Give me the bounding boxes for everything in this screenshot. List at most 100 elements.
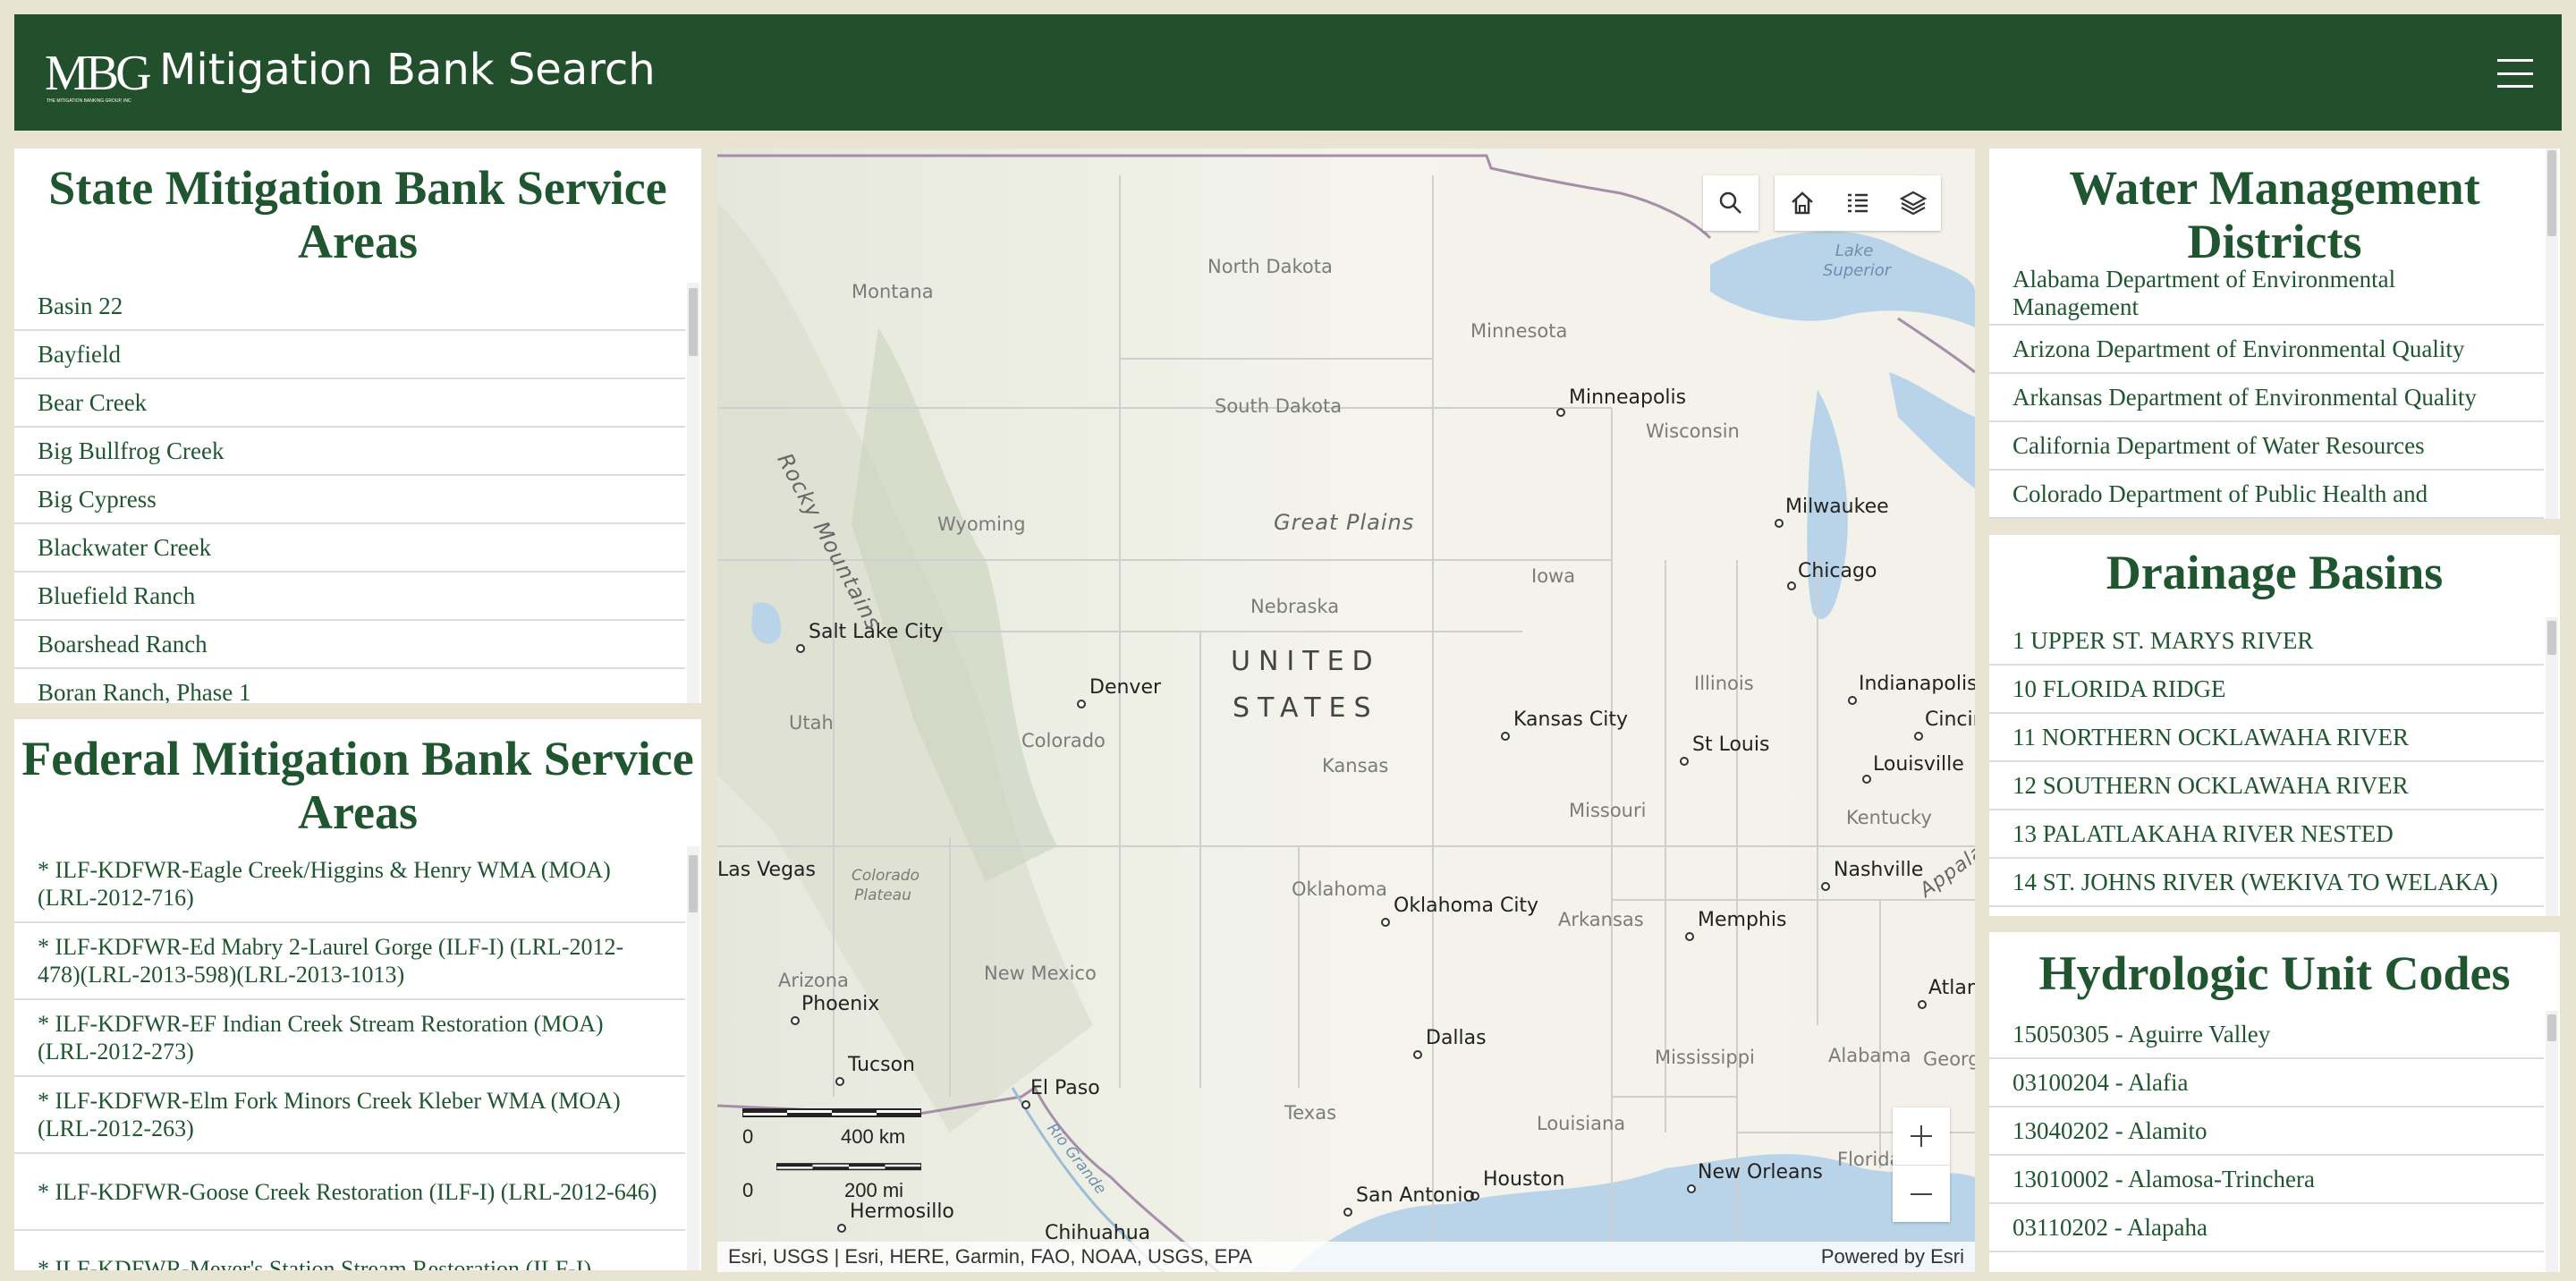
state-label: Missouri xyxy=(1569,800,1647,821)
state-label: Wisconsin xyxy=(1646,420,1740,442)
city-marker xyxy=(1775,519,1784,528)
map-view[interactable]: North Dakota Montana Minnesota South Dak… xyxy=(717,148,1975,1272)
list-item[interactable]: * ILF-KDFWR-Meyer's Station Stream Resto… xyxy=(14,1231,685,1271)
list-item[interactable]: Basin 22 xyxy=(14,283,685,331)
city-marker xyxy=(1821,882,1830,891)
list-item[interactable]: 12 SOUTHERN OCKLAWAHA RIVER xyxy=(1989,762,2544,810)
city-marker xyxy=(1413,1050,1422,1059)
list-item[interactable]: * ILF-KDFWR-Goose Creek Restoration (ILF… xyxy=(14,1154,685,1231)
city-label: Denver xyxy=(1089,676,1162,699)
water-districts-list[interactable]: Alabama Department of Environmental Mana… xyxy=(1989,263,2544,519)
search-icon[interactable] xyxy=(1703,175,1758,231)
federal-service-areas-list[interactable]: * ILF-KDFWR-Eagle Creek/Higgins & Henry … xyxy=(14,846,685,1270)
city-label: Houston xyxy=(1483,1168,1565,1191)
city-label: Nashville xyxy=(1834,859,1924,881)
list-item[interactable]: 13 PALATLAKAHA RIVER NESTED xyxy=(1989,810,2544,859)
scrollbar-thumb[interactable] xyxy=(2547,621,2556,655)
list-item[interactable]: Bayfield xyxy=(14,331,685,379)
map-search-tool[interactable] xyxy=(1703,175,1758,231)
list-item[interactable]: Boran Ranch, Phase 1 xyxy=(14,669,685,704)
city-marker xyxy=(1501,732,1510,741)
scrollbar-thumb[interactable] xyxy=(689,855,698,912)
list-item[interactable]: Arizona Department of Environmental Qual… xyxy=(1989,326,2544,374)
state-label: Alabama xyxy=(1828,1045,1911,1066)
map-attribution: Esri, USGS | Esri, HERE, Garmin, FAO, NO… xyxy=(717,1242,1975,1272)
physical-label: Great Plains xyxy=(1274,510,1415,535)
state-label: Nebraska xyxy=(1250,596,1340,617)
city-label: Minneapolis xyxy=(1569,386,1687,409)
zoom-in-button[interactable] xyxy=(1893,1107,1950,1165)
list-item[interactable]: 03110202 - Alapaha xyxy=(1989,1204,2544,1252)
list-item[interactable]: Alabama Department of Environmental Mana… xyxy=(1989,263,2544,326)
scrollbar[interactable] xyxy=(2546,617,2558,916)
panel-title: Hydrologic Unit Codes xyxy=(2038,946,2511,1000)
state-label: Colorado xyxy=(1021,730,1106,751)
city-marker xyxy=(1381,918,1390,927)
scrollbar[interactable] xyxy=(687,283,699,703)
list-item[interactable]: * ILF-KDFWR-Ed Mabry 2-Laurel Gorge (ILF… xyxy=(14,923,685,1000)
list-item[interactable]: * ILF-KDFWR-EF Indian Creek Stream Resto… xyxy=(14,1000,685,1077)
city-marker xyxy=(1787,581,1796,590)
state-label: Kentucky xyxy=(1846,807,1932,828)
home-icon[interactable] xyxy=(1775,175,1830,231)
list-item[interactable]: * ILF-KDFWR-Eagle Creek/Higgins & Henry … xyxy=(14,846,685,923)
map-widget-toolbar xyxy=(1775,175,1941,231)
hamburger-menu-icon[interactable] xyxy=(2497,59,2533,88)
list-item[interactable]: Big Cypress xyxy=(14,476,685,524)
city-label: Chicago xyxy=(1798,560,1877,582)
list-item[interactable]: 03100204 - Alafia xyxy=(1989,1059,2544,1107)
list-item[interactable]: Big Bullfrog Creek xyxy=(14,428,685,476)
state-label: Montana xyxy=(852,281,934,302)
layers-icon[interactable] xyxy=(1885,175,1941,231)
scrollbar[interactable] xyxy=(2546,1011,2558,1272)
scrollbar[interactable] xyxy=(2546,148,2558,519)
mbg-logo: MBG THE MITIGATION BANKING GROUP, INC xyxy=(45,45,152,104)
list-item[interactable]: 14 ST. JOHNS RIVER (WEKIVA TO WELAKA) xyxy=(1989,859,2544,907)
panel-title: State Mitigation Bank Service Areas xyxy=(48,161,667,268)
drainage-basins-list[interactable]: 1 UPPER ST. MARYS RIVER 10 FLORIDA RIDGE… xyxy=(1989,617,2544,916)
attribution-text[interactable]: Esri, USGS | Esri, HERE, Garmin, FAO, NO… xyxy=(728,1245,1252,1268)
legend-list-icon[interactable] xyxy=(1830,175,1885,231)
state-service-areas-list[interactable]: Basin 22 Bayfield Bear Creek Big Bullfro… xyxy=(14,283,685,703)
scrollbar-thumb[interactable] xyxy=(2547,150,2556,236)
city-marker xyxy=(1914,732,1923,741)
city-marker xyxy=(1848,696,1857,705)
list-item[interactable]: Boarshead Ranch xyxy=(14,621,685,669)
scrollbar-thumb[interactable] xyxy=(2547,1014,2556,1041)
scrollbar[interactable] xyxy=(687,846,699,1270)
list-item[interactable]: Colorado Department of Public Health and xyxy=(1989,471,2544,519)
list-item[interactable]: 1 UPPER ST. MARYS RIVER xyxy=(1989,617,2544,666)
app-header: MBG THE MITIGATION BANKING GROUP, INC Mi… xyxy=(14,14,2562,131)
panel-title: Water Management Districts xyxy=(2069,161,2480,268)
powered-by-esri[interactable]: Powered by Esri xyxy=(1821,1245,1964,1268)
city-marker xyxy=(1918,1000,1927,1009)
list-item[interactable]: 11 NORTHERN OCKLAWAHA RIVER xyxy=(1989,714,2544,762)
list-item[interactable]: Arkansas Department of Environmental Qua… xyxy=(1989,374,2544,422)
list-item[interactable]: 15050305 - Aguirre Valley xyxy=(1989,1011,2544,1059)
list-item[interactable]: California Department of Water Resources xyxy=(1989,422,2544,471)
panel-title: Drainage Basins xyxy=(2106,546,2444,599)
city-marker xyxy=(837,1224,846,1233)
water-management-districts-panel: Water Management Districts Alabama Depar… xyxy=(1989,148,2560,519)
city-label: Memphis xyxy=(1698,909,1787,931)
scale-zero-label: 0 xyxy=(742,1179,754,1201)
list-item[interactable]: Bear Creek xyxy=(14,379,685,428)
list-item[interactable]: * ILF-KDFWR-Elm Fork Minors Creek Kleber… xyxy=(14,1077,685,1154)
list-item[interactable]: 10 FLORIDA RIDGE xyxy=(1989,666,2544,714)
zoom-control xyxy=(1893,1107,1950,1222)
scrollbar-thumb[interactable] xyxy=(689,288,698,356)
city-label: Cincinnati xyxy=(1925,708,1975,731)
huc-list[interactable]: 15050305 - Aguirre Valley 03100204 - Ala… xyxy=(1989,1011,2544,1272)
list-item[interactable]: 13040202 - Alamito xyxy=(1989,1107,2544,1156)
list-item[interactable]: Bluefield Ranch xyxy=(14,573,685,621)
city-label: Dallas xyxy=(1426,1027,1487,1049)
country-label: STATES xyxy=(1233,692,1379,724)
list-item[interactable]: 13010002 - Alamosa-Trinchera xyxy=(1989,1156,2544,1204)
state-label: Florida xyxy=(1837,1149,1902,1170)
federal-service-areas-panel: Federal Mitigation Bank Service Areas * … xyxy=(14,719,701,1270)
list-item[interactable]: Blackwater Creek xyxy=(14,524,685,573)
state-label: Illinois xyxy=(1694,673,1754,694)
drainage-basins-panel: Drainage Basins 1 UPPER ST. MARYS RIVER … xyxy=(1989,535,2560,916)
country-label: UNITED xyxy=(1231,646,1381,677)
zoom-out-button[interactable] xyxy=(1893,1165,1950,1222)
